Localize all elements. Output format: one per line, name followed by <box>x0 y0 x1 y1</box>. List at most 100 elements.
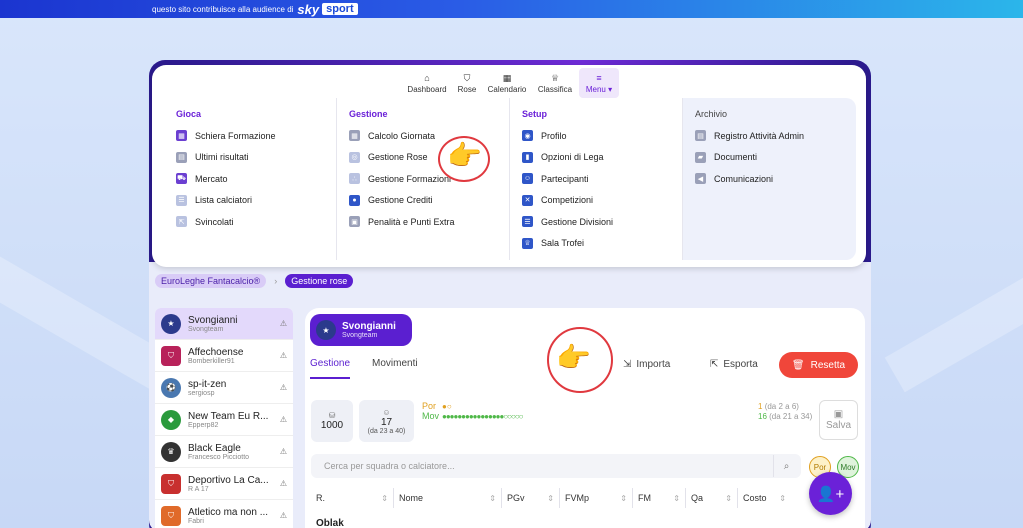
menu-col-gestione: Gestione ▦ Calcolo Giornata ◎ Gestione Ros… <box>337 98 510 260</box>
nav-label: Menu ▾ <box>585 84 613 94</box>
reset-button[interactable]: 🗑 Resetta <box>779 352 858 378</box>
search-icon[interactable]: ⌕ <box>773 455 799 477</box>
nav-calendario[interactable]: ▦ Calendario <box>483 68 531 98</box>
menu-item-lista-calciatori[interactable]: ☰ Lista calciatori <box>176 190 336 212</box>
team-row[interactable]: ◆ New Team Eu R... Epperp82 ⚠ <box>155 404 293 436</box>
shield-icon: ⛉ <box>463 72 471 83</box>
nav-label: Classifica <box>537 84 573 94</box>
sort-icon: ⇕ <box>779 493 786 503</box>
menu-item-mercato[interactable]: ⛟ Mercato <box>176 168 336 190</box>
nav-label: Calendario <box>487 84 527 94</box>
col-qa[interactable]: Qa ⇕ <box>686 488 738 508</box>
players-count: 17 <box>380 416 393 428</box>
trash-icon: 🗑 <box>791 359 805 371</box>
menu-item-competizioni[interactable]: ✕ Competizioni <box>522 190 682 212</box>
import-icon: ⇲ <box>623 359 632 370</box>
user-icon: ☺ <box>382 407 391 417</box>
menu-item-gestione-crediti[interactable]: ● Gestione Crediti <box>349 190 509 212</box>
sky-sport-banner[interactable]: questo sito contribuisce alla audience d… <box>0 0 1023 18</box>
release-icon: ⇱ <box>176 216 187 228</box>
breadcrumb: EuroLeghe Fantacalcio® › Gestione rose <box>155 274 354 288</box>
menu-item-profilo[interactable]: ◉ Profilo <box>522 125 682 147</box>
penalty-icon: ▣ <box>349 216 360 228</box>
menu-item-calcolo-giornata[interactable]: ▦ Calcolo Giornata <box>349 125 509 147</box>
team-row[interactable]: ⛉ Atletico ma non ... Fabri ⚠ <box>155 500 293 528</box>
warning-icon: ⚠ <box>279 351 287 360</box>
team-row[interactable]: ⛉ Affechoense Bomberkiller91 ⚠ <box>155 340 293 372</box>
team-crest: ◆ <box>161 409 181 430</box>
save-icon: ▣ <box>833 409 844 420</box>
mov-count: 16 (da 21 a 34) <box>758 412 813 421</box>
import-button[interactable]: ⇲ Importa <box>623 359 670 370</box>
col-ruolo[interactable]: R. ⇕ <box>311 488 394 508</box>
profile-icon: ◉ <box>522 130 533 142</box>
tab-gestione[interactable]: Gestione <box>310 358 351 379</box>
col-nome[interactable]: Nome ⇕ <box>394 488 502 508</box>
col-pgv[interactable]: PGv ⇕ <box>502 488 560 508</box>
selected-team-chip: ★ Svongianni Svongteam <box>310 314 412 346</box>
ball-icon: ◎ <box>349 151 360 163</box>
menu-item-partecipanti[interactable]: ☺ Partecipanti <box>522 168 682 190</box>
menu-item-penalita[interactable]: ▣ Penalità e Punti Extra <box>349 211 509 233</box>
formation-icon: ∴ <box>349 173 360 185</box>
menu-icon: ≡ <box>596 72 602 83</box>
menu-col-title: Setup <box>522 109 548 119</box>
menu-item-ultimi-risultati[interactable]: ▤ Ultimi risultati <box>176 147 336 169</box>
menu-item-registro-attivita[interactable]: ▤ Registro Attività Admin <box>695 125 856 147</box>
nav-menu[interactable]: ≡ Menu ▾ <box>579 68 619 98</box>
nav-rose[interactable]: ⛉ Rose <box>451 68 483 98</box>
menu-item-schiera-formazione[interactable]: ▦ Schiera Formazione <box>176 125 336 147</box>
cart-icon: ⛟ <box>176 173 187 185</box>
menu-col-setup: Setup ◉ Profilo ▮ Opzioni di Lega ☺ Parteci… <box>510 98 683 260</box>
menu-item-gestione-divisioni[interactable]: ☰ Gestione Divisioni <box>522 211 682 233</box>
formation-icon: ▦ <box>176 130 187 142</box>
warning-icon: ⚠ <box>279 479 287 488</box>
sport-logo: sport <box>322 3 358 15</box>
team-crest: ⛉ <box>161 473 181 494</box>
warning-icon: ⚠ <box>279 319 287 328</box>
team-crest: ♛ <box>161 441 181 462</box>
add-player-button[interactable]: 👤+ <box>809 472 852 515</box>
table-row[interactable]: Oblak <box>316 518 344 528</box>
team-crest: ★ <box>161 313 181 334</box>
menu-item-comunicazioni[interactable]: ◀ Comunicazioni <box>695 168 856 190</box>
top-navigation: ⌂ Dashboard ⛉ Rose ▦ Calendario ♕ Classifica… <box>403 68 619 98</box>
breadcrumb-current: Gestione rose <box>285 274 354 288</box>
search-input[interactable]: Cerca per squadra o calciatore... <box>311 454 801 478</box>
log-icon: ▤ <box>695 130 706 142</box>
por-count: 1 (da 2 a 6) <box>758 402 799 411</box>
menu-col-title: Archivio <box>695 109 728 119</box>
team-row[interactable]: ⛉ Deportivo La Ca... R A 17 ⚠ <box>155 468 293 500</box>
col-fvmp[interactable]: FVMp ⇕ <box>560 488 633 508</box>
nav-label: Dashboard <box>407 84 447 94</box>
menu-item-sala-trofei[interactable]: ♕ Sala Trofei <box>522 233 682 255</box>
save-button[interactable]: ▣ Salva <box>819 400 858 440</box>
nav-dashboard[interactable]: ⌂ Dashboard <box>403 68 451 98</box>
team-crest: ⛉ <box>161 345 181 366</box>
nav-classifica[interactable]: ♕ Classifica <box>531 68 579 98</box>
menu-item-opzioni-lega[interactable]: ▮ Opzioni di Lega <box>522 147 682 169</box>
team-row[interactable]: ♛ Black Eagle Francesco Picciotto ⚠ <box>155 436 293 468</box>
export-button[interactable]: ⇱ Esporta <box>710 359 758 370</box>
team-crest: ⛉ <box>161 505 181 526</box>
warning-icon: ⚠ <box>279 511 287 520</box>
team-row[interactable]: ⚽ sp-it-zen sergiosp ⚠ <box>155 372 293 404</box>
tab-bar: Gestione Movimenti <box>310 358 440 379</box>
menu-col-title: Gestione <box>349 109 388 119</box>
add-user-icon: 👤+ <box>816 485 845 503</box>
divisions-icon: ☰ <box>522 216 533 228</box>
mov-progress: Mov ●●●●●●●●●●●●●●●●○○○○○ <box>422 411 524 421</box>
sort-icon: ⇕ <box>620 493 627 503</box>
book-icon: ▮ <box>522 151 533 163</box>
calculator-icon: ▦ <box>349 130 360 142</box>
breadcrumb-league[interactable]: EuroLeghe Fantacalcio® <box>155 274 267 288</box>
list-icon: ☰ <box>176 194 187 206</box>
trophy-icon: ♕ <box>522 237 533 249</box>
col-costo[interactable]: Costo ⇕ <box>738 488 791 508</box>
menu-item-documenti[interactable]: ▰ Documenti <box>695 147 856 169</box>
tab-movimenti[interactable]: Movimenti <box>372 358 418 379</box>
team-row[interactable]: ★ Svongianni Svongteam ⚠ <box>155 308 293 340</box>
menu-item-svincolati[interactable]: ⇱ Svincolati <box>176 211 336 233</box>
sky-logo: sky <box>297 1 320 17</box>
col-fm[interactable]: FM ⇕ <box>633 488 686 508</box>
